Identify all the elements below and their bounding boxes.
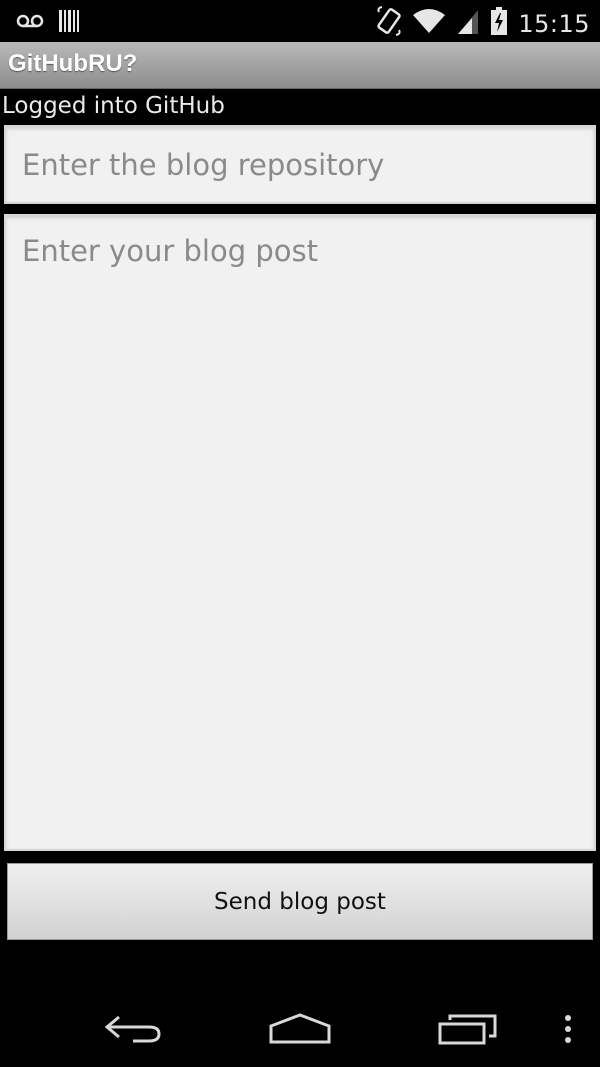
app-title: GitHubRU?	[8, 50, 138, 77]
blog-post-field	[4, 214, 596, 851]
voicemail-icon	[16, 11, 44, 36]
blog-post-input[interactable]	[6, 216, 594, 849]
login-status-label: Logged into GitHub	[2, 93, 225, 119]
status-time: 15:15	[518, 9, 590, 38]
wifi-icon	[412, 7, 446, 40]
recent-apps-icon[interactable]	[433, 1008, 503, 1050]
signal-icon	[456, 7, 480, 40]
status-bar: 15:15	[0, 0, 600, 42]
battery-charging-icon	[490, 6, 508, 41]
overflow-menu-icon[interactable]	[548, 1008, 588, 1050]
repository-input[interactable]	[6, 127, 594, 202]
send-blog-post-button[interactable]: Send blog post	[7, 863, 593, 940]
back-icon[interactable]	[98, 1008, 168, 1050]
barcode-icon	[58, 8, 80, 39]
repository-field	[4, 125, 596, 204]
screen: 15:15 GitHubRU? Logged into GitHub Send …	[0, 0, 600, 1067]
navigation-bar	[0, 990, 600, 1067]
rotate-icon	[376, 6, 402, 41]
home-icon[interactable]	[265, 1008, 335, 1050]
action-bar: GitHubRU?	[0, 42, 600, 89]
